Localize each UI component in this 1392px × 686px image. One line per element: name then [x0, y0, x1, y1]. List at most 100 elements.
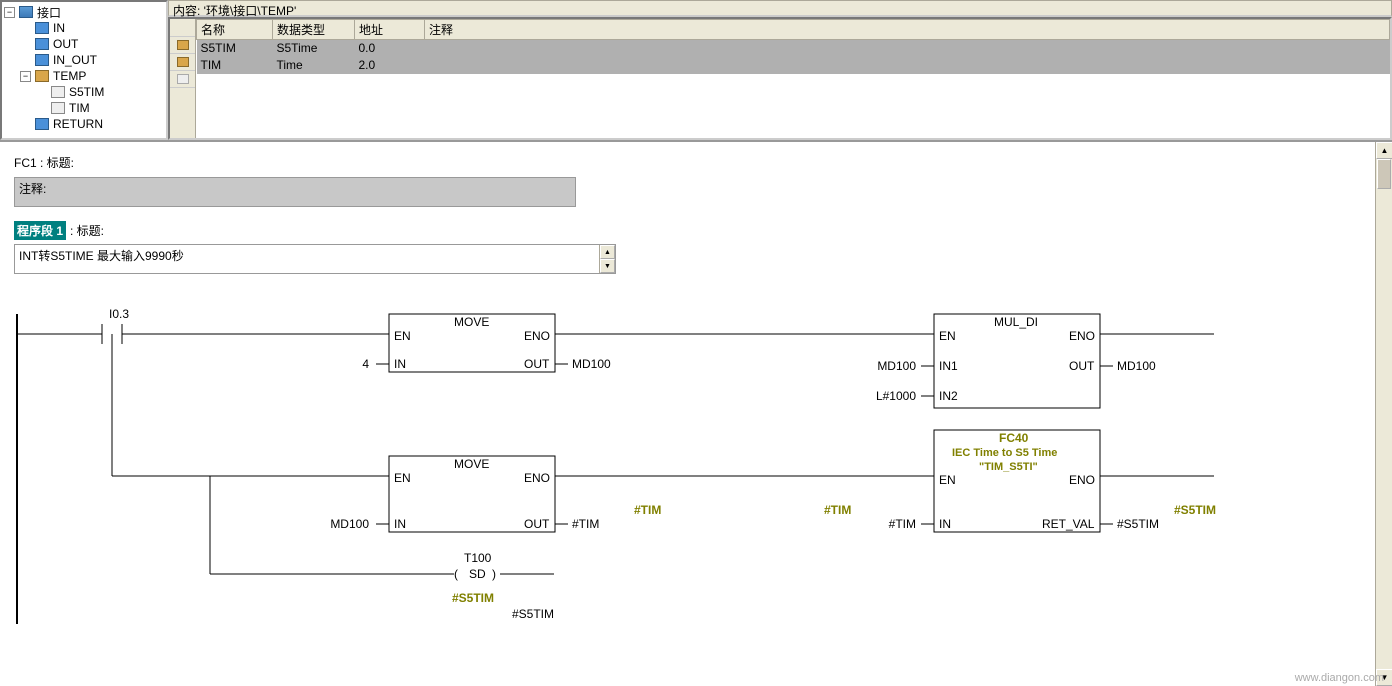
svg-text:IN: IN [394, 357, 406, 371]
tree-root[interactable]: − 接口 [4, 4, 164, 20]
row-icons-column [170, 19, 196, 138]
col-comment[interactable]: 注释 [425, 20, 1390, 40]
tree-item-in[interactable]: IN [4, 20, 164, 36]
svg-text:MUL_DI: MUL_DI [994, 315, 1038, 329]
cell-type[interactable]: S5Time [273, 40, 355, 57]
table-row-empty[interactable] [197, 74, 1390, 91]
svg-text:EN: EN [939, 473, 956, 487]
svg-text:4: 4 [362, 357, 369, 371]
fc-comment-box[interactable]: 注释: [14, 177, 576, 207]
svg-text:MD100: MD100 [877, 359, 916, 373]
table-row[interactable]: S5TIM S5Time 0.0 [197, 40, 1390, 57]
cell-name[interactable]: S5TIM [197, 40, 273, 57]
main-section: ▲ ▼ FC1 : 标题: 注释: 程序段 1 : 标题: INT转S5TIME… [0, 142, 1392, 686]
svg-text:IN1: IN1 [939, 359, 958, 373]
cell-comment[interactable] [425, 40, 1390, 57]
svg-text:ENO: ENO [1069, 473, 1095, 487]
svg-text:IN: IN [394, 517, 406, 531]
svg-text:MD100: MD100 [1117, 359, 1156, 373]
tree-label: S5TIM [67, 85, 104, 99]
scroll-up-icon[interactable]: ▲ [1376, 142, 1392, 159]
tree-item-temp[interactable]: − TEMP [4, 68, 164, 84]
svg-text:EN: EN [394, 329, 411, 343]
svg-text:RET_VAL: RET_VAL [1042, 517, 1095, 531]
param-inout-icon [35, 54, 49, 66]
table-panel: 内容: '环境\接口\TEMP' 名称 数据类型 地址 注释 [168, 0, 1392, 140]
segment-title-label: : 标题: [70, 222, 104, 239]
segment-comment-box[interactable]: INT转S5TIME 最大输入9990秒 ▲ ▼ [14, 244, 616, 274]
scroll-thumb[interactable] [1377, 159, 1391, 189]
tree-item-return[interactable]: RETURN [4, 116, 164, 132]
svg-text:OUT: OUT [524, 357, 550, 371]
return-icon [35, 118, 49, 130]
ladder-diagram[interactable]: I0.3 MOVE EN ENO IN OUT 4 MD100 [14, 294, 1378, 654]
svg-text:"TIM_S5TI": "TIM_S5TI" [979, 461, 1038, 473]
svg-text:#TIM: #TIM [824, 503, 851, 517]
var-row-icon[interactable] [170, 37, 195, 54]
tree-label: OUT [51, 37, 78, 51]
param-out-icon [35, 38, 49, 50]
var-row-icon-empty[interactable] [170, 71, 195, 88]
table-row[interactable]: TIM Time 2.0 [197, 57, 1390, 74]
tree-label: IN [51, 21, 65, 35]
svg-text:IN2: IN2 [939, 389, 958, 403]
svg-text:#S5TIM: #S5TIM [1117, 517, 1159, 531]
svg-text:OUT: OUT [524, 517, 550, 531]
svg-text:IN: IN [939, 517, 951, 531]
segment-header: 程序段 1 : 标题: [14, 221, 1378, 240]
svg-text:MOVE: MOVE [454, 457, 489, 471]
comment-label: 注释: [19, 182, 46, 196]
svg-text:OUT: OUT [1069, 359, 1095, 373]
tree-item-s5tim[interactable]: S5TIM [4, 84, 164, 100]
svg-text:IEC Time to S5 Time: IEC Time to S5 Time [952, 447, 1057, 459]
breadcrumb: 内容: '环境\接口\TEMP' [168, 0, 1392, 17]
svg-text:L#1000: L#1000 [876, 389, 916, 403]
fc-title: FC1 : 标题: [14, 154, 1378, 171]
var-row-icon[interactable] [170, 54, 195, 71]
cell-addr[interactable]: 2.0 [355, 57, 425, 74]
segment-badge[interactable]: 程序段 1 [14, 221, 66, 240]
svg-text:EN: EN [394, 471, 411, 485]
scroll-down-icon[interactable]: ▼ [600, 259, 615, 273]
variable-table: 名称 数据类型 地址 注释 S5TIM S5Time 0.0 [196, 19, 1390, 138]
col-addr[interactable]: 地址 [355, 20, 425, 40]
svg-text:SD: SD [469, 567, 486, 581]
cell-name[interactable]: TIM [197, 57, 273, 74]
tree-item-out[interactable]: OUT [4, 36, 164, 52]
temp-icon [35, 70, 49, 82]
collapse-icon[interactable]: − [4, 7, 15, 18]
svg-text:ENO: ENO [1069, 329, 1095, 343]
svg-text:MD100: MD100 [330, 517, 369, 531]
contact-label: I0.3 [109, 307, 129, 321]
svg-text:(: ( [454, 567, 458, 581]
segment-comment-text[interactable]: INT转S5TIME 最大输入9990秒 [15, 245, 599, 273]
svg-text:T100: T100 [464, 551, 492, 565]
tree-root-label: 接口 [35, 4, 61, 21]
svg-text:#TIM: #TIM [889, 517, 916, 531]
svg-text:MD100: MD100 [572, 357, 611, 371]
svg-text:FC40: FC40 [999, 431, 1029, 445]
svg-text:): ) [492, 567, 496, 581]
scroll-up-icon[interactable]: ▲ [600, 245, 615, 259]
tree-item-tim[interactable]: TIM [4, 100, 164, 116]
svg-text:ENO: ENO [524, 329, 550, 343]
svg-text:#TIM: #TIM [572, 517, 599, 531]
tree-item-inout[interactable]: IN_OUT [4, 52, 164, 68]
comment-scrollbar[interactable]: ▲ ▼ [599, 245, 615, 273]
svg-text:#S5TIM: #S5TIM [452, 591, 494, 605]
tree-label: TIM [67, 101, 90, 115]
cell-comment[interactable] [425, 57, 1390, 74]
tree-label: RETURN [51, 117, 103, 131]
top-section: − 接口 IN OUT IN_OUT − TEM [0, 0, 1392, 142]
collapse-icon[interactable]: − [20, 71, 31, 82]
col-type[interactable]: 数据类型 [273, 20, 355, 40]
svg-text:MOVE: MOVE [454, 315, 489, 329]
param-in-icon [35, 22, 49, 34]
col-name[interactable]: 名称 [197, 20, 273, 40]
svg-text:EN: EN [939, 329, 956, 343]
svg-text:#TIM: #TIM [634, 503, 661, 517]
svg-text:#S5TIM: #S5TIM [1174, 503, 1216, 517]
cell-addr[interactable]: 0.0 [355, 40, 425, 57]
cell-type[interactable]: Time [273, 57, 355, 74]
svg-text:ENO: ENO [524, 471, 550, 485]
